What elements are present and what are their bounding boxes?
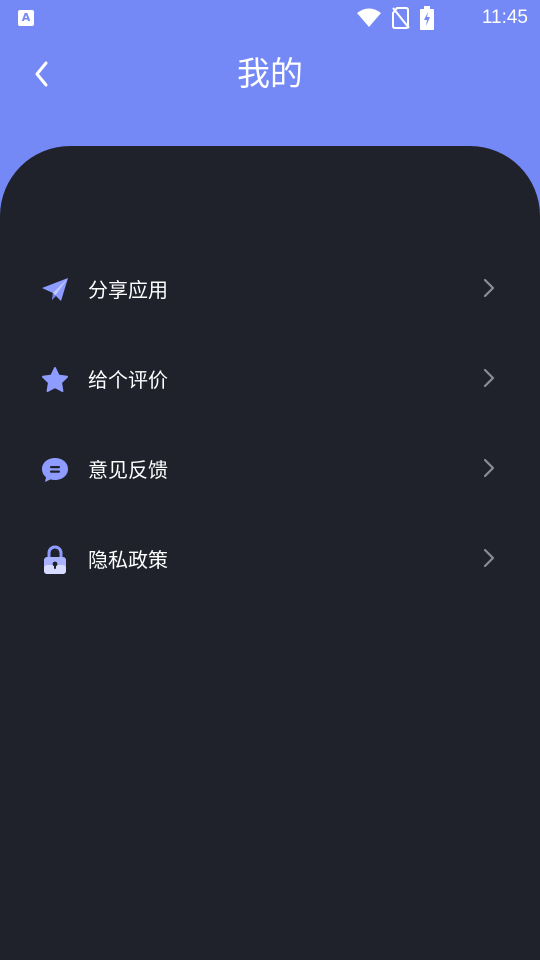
menu-item-feedback[interactable]: 意见反馈 [0, 426, 540, 516]
content-card: 分享应用 给个评价 意见反馈 隐私政策 [0, 146, 540, 960]
status-bar: A 11:45 [0, 0, 540, 36]
wifi-icon [357, 8, 381, 27]
menu-item-label: 分享应用 [88, 278, 168, 302]
status-time: 11:45 [481, 7, 528, 28]
chevron-right-icon [483, 278, 495, 298]
chevron-right-icon [483, 368, 495, 388]
chat-bubble-icon [40, 455, 70, 485]
app-notification-icon: A [18, 10, 34, 26]
menu-item-label: 意见反馈 [88, 458, 168, 482]
lock-icon [40, 545, 70, 575]
status-icons [356, 6, 434, 30]
paper-plane-icon [40, 275, 70, 305]
menu-item-label: 给个评价 [88, 368, 168, 392]
menu-item-rate-app[interactable]: 给个评价 [0, 336, 540, 426]
menu-item-label: 隐私政策 [88, 548, 168, 572]
menu-item-share-app[interactable]: 分享应用 [0, 246, 540, 336]
menu-list: 分享应用 给个评价 意见反馈 隐私政策 [0, 246, 540, 606]
star-icon [40, 365, 70, 395]
no-sim-icon [392, 7, 410, 29]
battery-charging-icon [420, 6, 434, 30]
chevron-right-icon [483, 548, 495, 568]
notification-letter: A [21, 11, 31, 24]
header: 我的 [0, 36, 540, 116]
chevron-right-icon [483, 458, 495, 478]
page-title: 我的 [237, 54, 303, 93]
menu-item-privacy-policy[interactable]: 隐私政策 [0, 516, 540, 606]
